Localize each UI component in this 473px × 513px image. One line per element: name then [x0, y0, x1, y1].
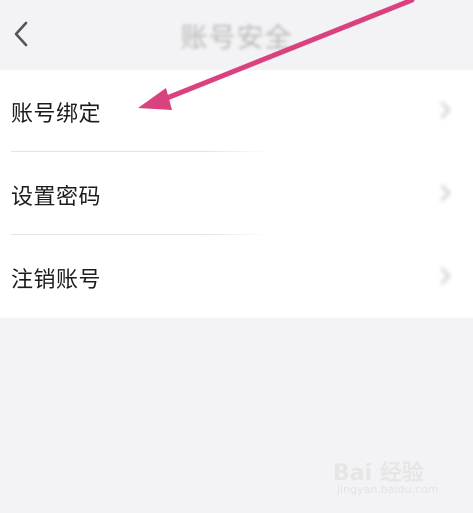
navigation-bar: 账号安全: [0, 0, 473, 68]
menu-item-label: 注销账号: [11, 268, 102, 293]
menu-item-label: 设置密码: [11, 185, 102, 210]
divider: [11, 151, 271, 152]
watermark: Bai 经验 jingyan.baidu.com: [333, 455, 453, 499]
chevron-right-icon: [440, 267, 451, 285]
settings-menu: 账号绑定 设置密码 注销账号: [0, 70, 473, 318]
watermark-url: jingyan.baidu.com: [337, 483, 439, 496]
page-title: 账号安全: [180, 23, 293, 54]
chevron-right-icon: [440, 101, 451, 119]
menu-item-cancel-account[interactable]: 注销账号: [0, 236, 473, 318]
divider: [11, 234, 271, 235]
menu-item-account-binding[interactable]: 账号绑定: [0, 70, 473, 152]
chevron-right-icon: [440, 184, 451, 202]
menu-item-label: 账号绑定: [11, 102, 102, 127]
menu-item-set-password[interactable]: 设置密码: [0, 153, 473, 235]
